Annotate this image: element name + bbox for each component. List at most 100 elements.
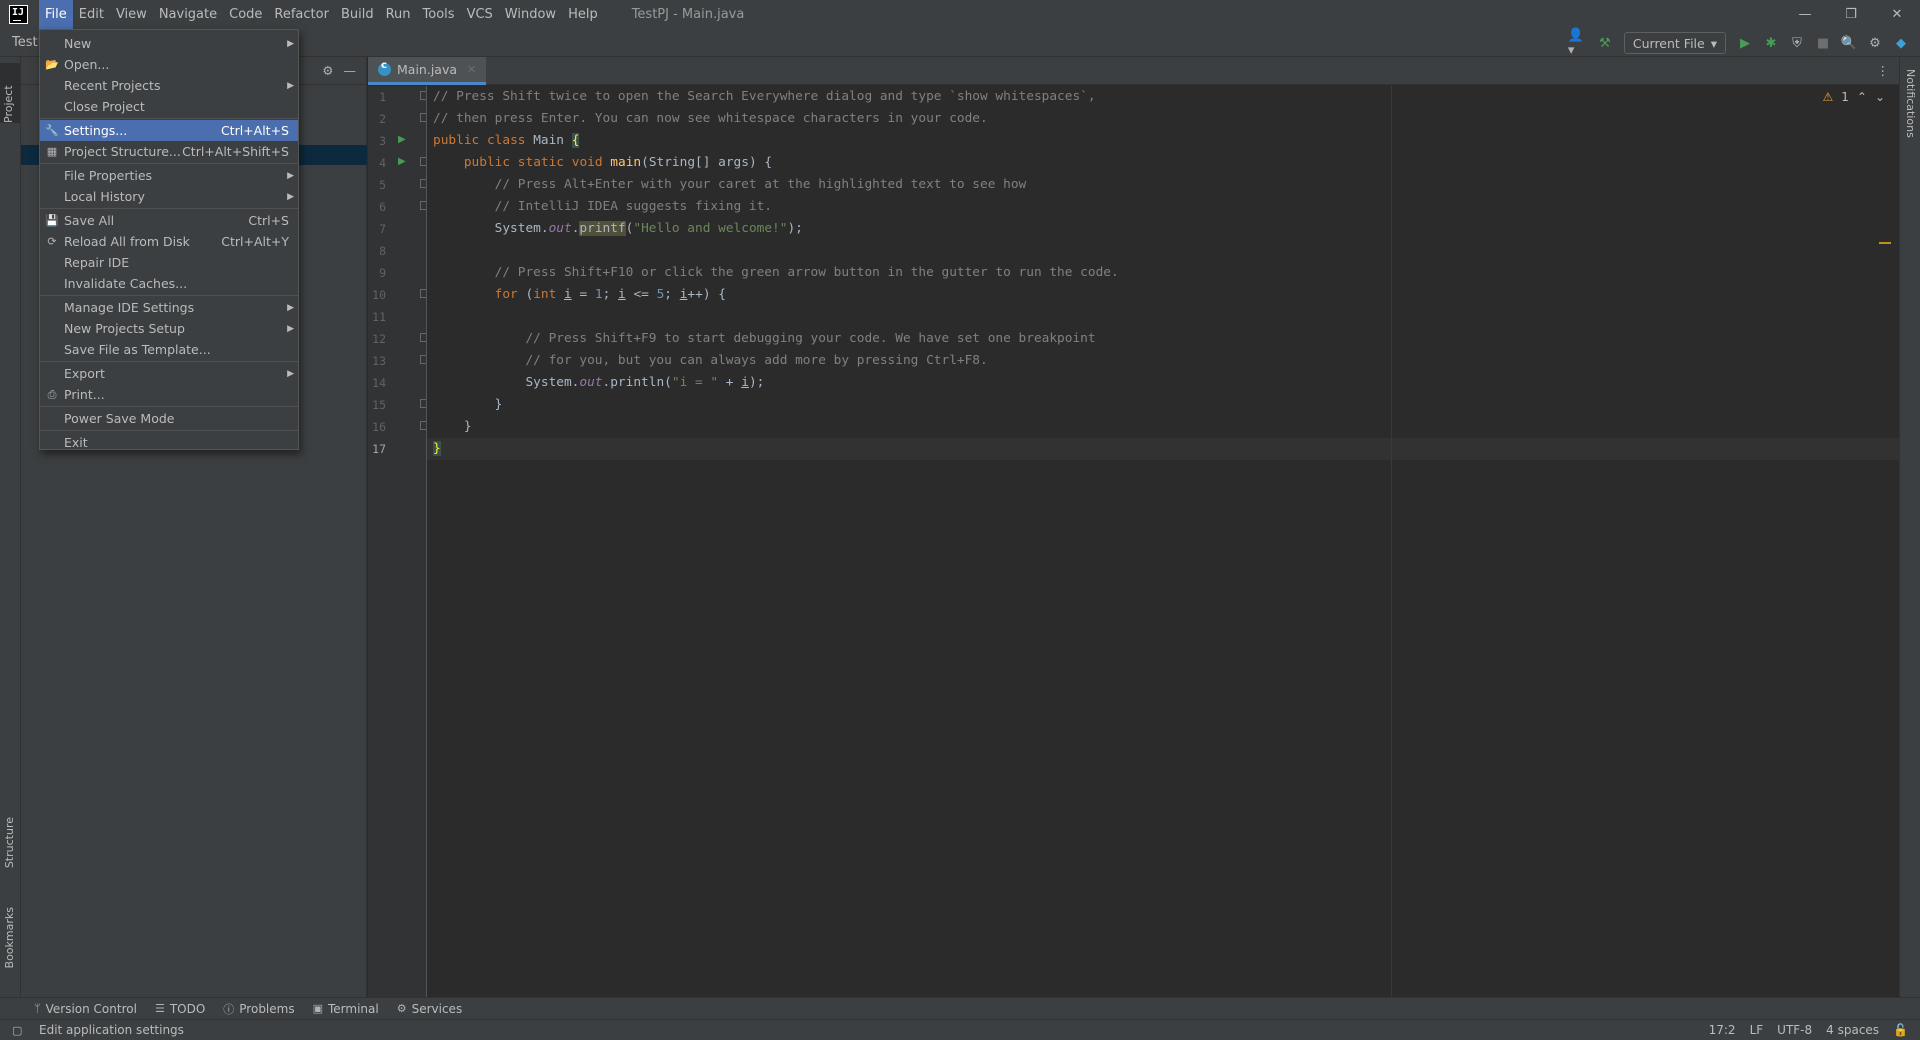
build-hammer-icon[interactable]: ⚒ bbox=[1594, 32, 1616, 54]
debug-icon[interactable]: ✱ bbox=[1760, 32, 1782, 54]
close-icon[interactable]: ✕ bbox=[1874, 0, 1920, 29]
gutter-line[interactable]: 15 bbox=[368, 394, 428, 416]
file-menu-item-settings[interactable]: 🔧 Settings... Ctrl+Alt+S bbox=[40, 120, 298, 141]
branch-icon: ᛘ bbox=[34, 1002, 41, 1015]
menu-window[interactable]: Window bbox=[499, 0, 562, 29]
file-menu-item-invalidate-caches[interactable]: Invalidate Caches... bbox=[40, 273, 298, 294]
gutter-line[interactable]: 2 bbox=[368, 108, 428, 130]
file-menu-item-save-all[interactable]: 💾 Save All Ctrl+S bbox=[40, 210, 298, 231]
gutter-line[interactable]: 8 bbox=[368, 240, 426, 262]
restore-icon[interactable]: ❐ bbox=[1828, 0, 1874, 29]
run-gutter-icon[interactable]: ▶ bbox=[398, 156, 406, 167]
more-options-icon[interactable]: ⋮ bbox=[1877, 63, 1890, 78]
menu-item-label: Exit bbox=[64, 435, 88, 450]
file-encoding[interactable]: UTF-8 bbox=[1777, 1023, 1812, 1037]
menu-view[interactable]: View bbox=[110, 0, 153, 29]
menu-build[interactable]: Build bbox=[335, 0, 380, 29]
run-config-selector[interactable]: Current File ▾ bbox=[1623, 32, 1726, 54]
bookmarks-tool-button[interactable]: Bookmarks bbox=[3, 907, 16, 968]
gutter-line[interactable]: 10 bbox=[368, 284, 428, 306]
menu-navigate[interactable]: Navigate bbox=[153, 0, 223, 29]
project-tool-button[interactable]: Project bbox=[0, 63, 20, 123]
gutter-line[interactable]: 11 bbox=[368, 306, 426, 328]
project-breadcrumb[interactable]: TestI bbox=[12, 35, 41, 50]
services-tool-button[interactable]: ⚙ Services bbox=[397, 1002, 462, 1016]
chevron-right-icon: ▶ bbox=[287, 170, 294, 181]
run-icon[interactable]: ▶ bbox=[1734, 32, 1756, 54]
line-separator[interactable]: LF bbox=[1750, 1023, 1764, 1037]
menu-refactor[interactable]: Refactor bbox=[268, 0, 335, 29]
gutter-line[interactable]: 3 ▶ bbox=[368, 130, 426, 152]
file-menu-item-new-projects-setup[interactable]: New Projects Setup ▶ bbox=[40, 318, 298, 339]
account-icon[interactable]: 👤▾ bbox=[1568, 28, 1590, 58]
inspection-widget[interactable]: ⚠ 1 ⌃ ⌄ bbox=[1822, 90, 1885, 104]
menu-help[interactable]: Help bbox=[562, 0, 604, 29]
file-menu-item-file-properties[interactable]: File Properties ▶ bbox=[40, 165, 298, 186]
intellij-logo-icon[interactable]: IJ bbox=[9, 5, 28, 24]
coverage-icon[interactable]: ⛨ bbox=[1786, 32, 1808, 54]
notifications-tool-button[interactable]: Notifications bbox=[1904, 69, 1917, 138]
file-menu-item-project-structure[interactable]: ▦ Project Structure... Ctrl+Alt+Shift+S bbox=[40, 141, 298, 162]
problems-tool-button[interactable]: ⓘ Problems bbox=[223, 1001, 294, 1017]
file-menu-item-recent-projects[interactable]: Recent Projects ▶ bbox=[40, 75, 298, 96]
gutter-line[interactable]: 17 bbox=[368, 438, 426, 460]
file-menu-item-repair-ide[interactable]: Repair IDE bbox=[40, 252, 298, 273]
menu-code[interactable]: Code bbox=[223, 0, 268, 29]
chevron-down-icon[interactable]: ⌄ bbox=[1875, 90, 1885, 104]
warning-stripe-marker[interactable] bbox=[1879, 242, 1891, 244]
tab-main-java[interactable]: Main.java ✕ bbox=[368, 57, 487, 85]
menu-run[interactable]: Run bbox=[380, 0, 417, 29]
indent-setting[interactable]: 4 spaces bbox=[1826, 1023, 1879, 1037]
structure-tool-button[interactable]: Structure bbox=[3, 817, 16, 868]
file-menu-item-print[interactable]: ⎙ Print... bbox=[40, 384, 298, 405]
menu-edit[interactable]: Edit bbox=[73, 0, 110, 29]
file-menu-item-open[interactable]: 📂 Open... bbox=[40, 54, 298, 75]
menu-separator bbox=[40, 118, 298, 119]
chevron-up-icon[interactable]: ⌃ bbox=[1857, 90, 1867, 104]
file-menu-item-power-save-mode[interactable]: Power Save Mode bbox=[40, 408, 298, 429]
file-menu-item-manage-ide-settings[interactable]: Manage IDE Settings ▶ bbox=[40, 297, 298, 318]
settings-gear-icon[interactable]: ⚙ bbox=[1864, 32, 1886, 54]
file-menu-item-exit[interactable]: Exit bbox=[40, 432, 298, 453]
chevron-right-icon: ▶ bbox=[287, 191, 294, 202]
file-menu-item-export[interactable]: Export ▶ bbox=[40, 363, 298, 384]
terminal-label: Terminal bbox=[328, 1001, 379, 1016]
file-menu-item-save-file-as-template[interactable]: Save File as Template... bbox=[40, 339, 298, 360]
close-tab-icon[interactable]: ✕ bbox=[467, 63, 476, 76]
run-gutter-icon[interactable]: ▶ bbox=[398, 134, 406, 145]
search-everywhere-icon[interactable]: 🔍 bbox=[1838, 32, 1860, 54]
caret-position[interactable]: 17:2 bbox=[1709, 1023, 1736, 1037]
gutter-line[interactable]: 5 bbox=[368, 174, 428, 196]
gutter-line[interactable]: 6 bbox=[368, 196, 428, 218]
terminal-tool-button[interactable]: ▣ Terminal bbox=[313, 1002, 379, 1016]
gutter-line[interactable]: 13 bbox=[368, 350, 428, 372]
menu-vcs[interactable]: VCS bbox=[461, 0, 499, 29]
gutter-line[interactable]: 9 bbox=[368, 262, 426, 284]
editor-gutter[interactable]: 1 2 3 ▶ 4 ▶ 5 6 7 8 9 10 11 12 13 14 15 16 17 bbox=[368, 86, 428, 997]
gutter-line[interactable]: 4 ▶ bbox=[368, 152, 428, 174]
gutter-line[interactable]: 12 bbox=[368, 328, 428, 350]
stop-icon[interactable]: ■ bbox=[1812, 32, 1834, 54]
gutter-line[interactable]: 7 bbox=[368, 218, 426, 240]
gutter-line[interactable]: 1 bbox=[368, 86, 428, 108]
gutter-line[interactable]: 16 bbox=[368, 416, 428, 438]
code-editor[interactable]: // Press Shift twice to open the Search … bbox=[427, 86, 1899, 997]
lock-icon[interactable]: 🔓 bbox=[1893, 1023, 1908, 1037]
menu-tools[interactable]: Tools bbox=[417, 0, 461, 29]
file-menu-item-new[interactable]: New ▶ bbox=[40, 33, 298, 54]
gutter-line[interactable]: 14 bbox=[368, 372, 426, 394]
hide-panel-icon[interactable]: — bbox=[344, 63, 357, 78]
todo-tool-button[interactable]: ☰ TODO bbox=[155, 1002, 205, 1016]
minimize-icon[interactable]: — bbox=[1782, 0, 1828, 29]
jetbrains-logo-icon[interactable]: ◆ bbox=[1890, 32, 1912, 54]
version-control-tool-button[interactable]: ᛘ Version Control bbox=[34, 1002, 137, 1016]
file-menu-item-close-project[interactable]: Close Project bbox=[40, 96, 298, 117]
file-menu-item-local-history[interactable]: Local History ▶ bbox=[40, 186, 298, 207]
toggle-tool-windows-icon[interactable]: ▢ bbox=[12, 1024, 22, 1037]
menu-separator bbox=[40, 361, 298, 362]
chevron-right-icon: ▶ bbox=[287, 80, 294, 91]
gear-icon[interactable]: ⚙ bbox=[322, 63, 333, 78]
menu-item-label: Project Structure... bbox=[64, 144, 181, 159]
file-menu-item-reload-all-from-disk[interactable]: ⟳ Reload All from Disk Ctrl+Alt+Y bbox=[40, 231, 298, 252]
menu-file[interactable]: File bbox=[39, 0, 73, 29]
